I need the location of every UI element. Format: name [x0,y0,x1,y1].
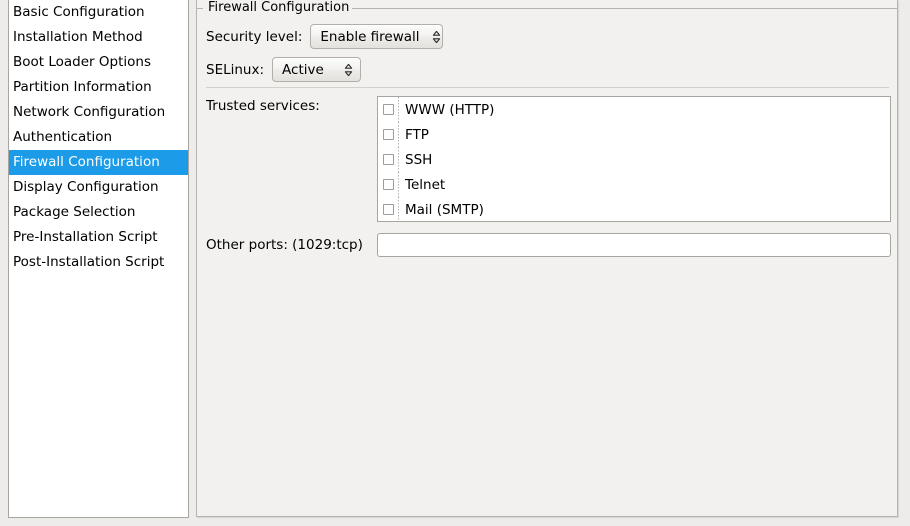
column-separator [398,172,399,197]
sidebar-item-partition-information[interactable]: Partition Information [9,75,188,100]
fieldset-border-right [350,8,897,9]
sidebar-item-label: Boot Loader Options [13,50,151,75]
service-label: WWW (HTTP) [398,102,494,118]
service-row[interactable]: Mail (SMTP) [378,197,890,222]
sidebar-item-post-installation-script[interactable]: Post-Installation Script [9,250,188,275]
sidebar-item-label: Post-Installation Script [13,250,164,275]
sidebar-item-boot-loader-options[interactable]: Boot Loader Options [9,50,188,75]
sidebar-item-label: Pre-Installation Script [13,225,158,250]
selinux-label: SELinux: [206,62,264,78]
security-level-row: Security level: Enable firewall [206,24,443,49]
chevron-up-down-icon [432,30,441,44]
sidebar-item-label: Authentication [13,125,112,150]
service-row[interactable]: Telnet [378,172,890,197]
checkbox-unchecked-icon[interactable] [383,179,394,190]
service-row[interactable]: SSH [378,147,890,172]
sidebar-item-network-configuration[interactable]: Network Configuration [9,100,188,125]
service-checkbox-cell[interactable] [378,122,398,147]
other-ports-label: Other ports: (1029:tcp) [206,237,363,253]
checkbox-unchecked-icon[interactable] [383,104,394,115]
configuration-sections-sidebar[interactable]: Basic ConfigurationInstallation MethodBo… [8,0,189,518]
sidebar-item-firewall-configuration[interactable]: Firewall Configuration [9,150,188,175]
fieldset-border-left [197,8,203,9]
column-separator [398,97,399,122]
sidebar-item-installation-method[interactable]: Installation Method [9,25,188,50]
sidebar-list: Basic ConfigurationInstallation MethodBo… [9,0,188,275]
checkbox-unchecked-icon[interactable] [383,154,394,165]
service-checkbox-cell[interactable] [378,147,398,172]
sidebar-item-label: Basic Configuration [13,0,145,25]
sidebar-item-label: Package Selection [13,200,135,225]
column-separator [398,147,399,172]
service-label: FTP [398,127,429,143]
service-checkbox-cell[interactable] [378,172,398,197]
horizontal-separator [206,87,889,88]
service-row[interactable]: FTP [378,122,890,147]
sidebar-item-label: Firewall Configuration [13,150,160,175]
service-label: SSH [398,152,432,168]
selinux-dropdown[interactable]: Active [272,57,361,82]
service-label: Mail (SMTP) [398,202,484,218]
checkbox-unchecked-icon[interactable] [383,129,394,140]
checkbox-unchecked-icon[interactable] [383,204,394,215]
trusted-services-list[interactable]: WWW (HTTP) FTP SSH Telnet Mail (SMTP) [377,96,891,222]
selinux-row: SELinux: Active [206,57,361,82]
security-level-value: Enable firewall [320,29,419,45]
service-row[interactable]: WWW (HTTP) [378,97,890,122]
sidebar-item-package-selection[interactable]: Package Selection [9,200,188,225]
column-separator [398,197,399,222]
sidebar-item-label: Installation Method [13,25,143,50]
sidebar-item-authentication[interactable]: Authentication [9,125,188,150]
security-level-label: Security level: [206,29,302,45]
column-separator [398,122,399,147]
selinux-value: Active [282,62,324,78]
service-checkbox-cell[interactable] [378,197,398,222]
security-level-dropdown[interactable]: Enable firewall [310,24,443,49]
sidebar-item-label: Display Configuration [13,175,159,200]
sidebar-item-pre-installation-script[interactable]: Pre-Installation Script [9,225,188,250]
sidebar-item-label: Partition Information [13,75,152,100]
sidebar-item-display-configuration[interactable]: Display Configuration [9,175,188,200]
chevron-up-down-icon [344,63,353,77]
panel-legend: Firewall Configuration [205,0,352,16]
trusted-services-label: Trusted services: [206,98,320,114]
sidebar-item-basic-configuration[interactable]: Basic Configuration [9,0,188,25]
sidebar-item-label: Network Configuration [13,100,165,125]
firewall-configuration-panel: Firewall Configuration Security level: E… [196,0,898,517]
service-label: Telnet [398,177,445,193]
other-ports-input[interactable] [377,233,891,257]
service-checkbox-cell[interactable] [378,97,398,122]
